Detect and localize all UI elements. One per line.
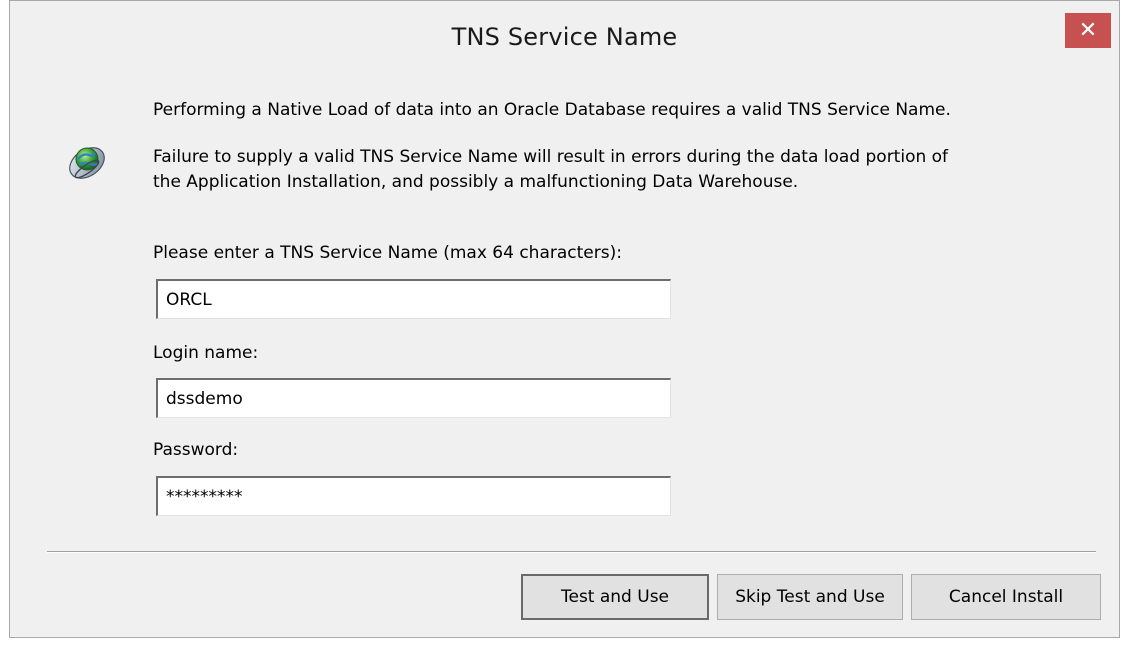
message-line-3: the Application Installation, and possib… — [153, 172, 799, 192]
tns-service-name-label: Please enter a TNS Service Name (max 64 … — [153, 243, 622, 263]
login-name-input[interactable] — [156, 378, 671, 418]
login-name-label: Login name: — [153, 343, 259, 363]
password-label: Password: — [153, 440, 239, 460]
message-line-2: Failure to supply a valid TNS Service Na… — [153, 147, 949, 167]
message-line-1: Performing a Native Load of data into an… — [153, 100, 951, 120]
button-separator — [47, 551, 1096, 553]
cancel-install-button[interactable]: Cancel Install — [911, 574, 1101, 620]
oracle-database-icon — [69, 147, 105, 179]
tns-service-name-input[interactable] — [156, 279, 671, 319]
close-button[interactable]: ✕ — [1065, 13, 1111, 48]
dialog-title: TNS Service Name — [451, 23, 678, 51]
test-and-use-button[interactable]: Test and Use — [521, 574, 709, 620]
title-bar: TNS Service Name ✕ — [10, 1, 1119, 81]
skip-test-and-use-button[interactable]: Skip Test and Use — [717, 574, 903, 620]
password-input[interactable] — [156, 476, 671, 516]
dialog-body: Performing a Native Load of data into an… — [22, 81, 1107, 629]
close-icon: ✕ — [1078, 18, 1098, 43]
tns-service-name-dialog: TNS Service Name ✕ Performing a Native L… — [9, 0, 1120, 638]
